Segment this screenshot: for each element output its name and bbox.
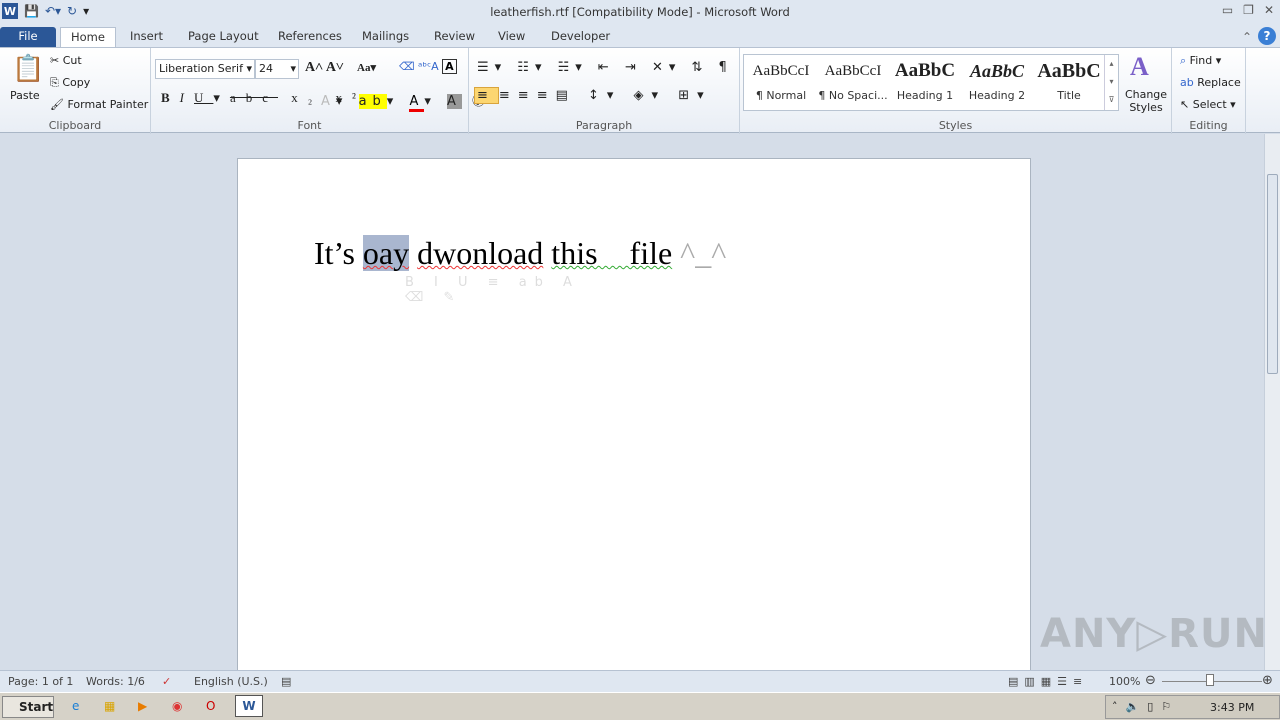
start-button[interactable]: Start (2, 696, 54, 718)
change-styles-button[interactable]: Change Styles (1124, 88, 1168, 114)
zoom-slider-thumb[interactable] (1206, 674, 1214, 686)
proofing-icon[interactable]: ✓ (162, 675, 171, 688)
tab-view[interactable]: View (488, 27, 535, 48)
styles-scroll[interactable]: ▴ ▾ ⊽ (1104, 55, 1118, 110)
macro-icon[interactable]: ▤ (281, 675, 291, 688)
replace-icon: ab (1180, 76, 1194, 89)
close-icon[interactable]: ✕ (1264, 3, 1274, 17)
editing-group: ⌕ Find ▾ ab Replace ↖ Select ▾ Editing (1172, 48, 1246, 134)
document-page[interactable]: It’s oay dwonload this file ^_^ B I U ≡ … (237, 158, 1031, 670)
binoculars-icon: ⌕ (1180, 54, 1187, 67)
find-button[interactable]: ⌕ Find ▾ (1180, 54, 1221, 68)
scissors-icon: ✂ (50, 54, 60, 67)
tab-mailings[interactable]: Mailings (352, 27, 419, 48)
word-taskbar-icon[interactable]: W (235, 695, 263, 717)
document-area: It’s oay dwonload this file ^_^ B I U ≡ … (0, 134, 1264, 670)
style-no-spacing[interactable]: AaBbCcI ¶ No Spaci... (818, 59, 888, 102)
ribbon: 📋 Paste ✂ Cut ⎘ Copy 🖌 Format Painter Cl… (0, 47, 1280, 134)
clipboard-label: Clipboard (48, 119, 102, 132)
copy-icon: ⎘ (50, 76, 59, 89)
font-label: Font (297, 119, 322, 132)
ie-icon[interactable]: e (72, 699, 79, 713)
tab-insert[interactable]: Insert (120, 27, 173, 48)
styles-gallery: AaBbCcI ¶ Normal AaBbCcI ¶ No Spaci... AaB… (743, 54, 1119, 111)
style-heading-1[interactable]: AaBbC Heading 1 (890, 59, 960, 102)
font-size-select[interactable]: 24 ▾ (255, 59, 299, 79)
style-heading-2[interactable]: AaBbC Heading 2 (962, 59, 1032, 102)
copy-button[interactable]: ⎘ Copy (50, 76, 90, 90)
zoom-level[interactable]: 100% (1109, 675, 1140, 688)
clock[interactable]: 3:43 PM (1210, 701, 1254, 714)
change-case-icon[interactable]: Aa▾ (357, 61, 376, 74)
explorer-icon[interactable]: ▦ (104, 699, 115, 713)
zoom-in-icon[interactable]: ⊕ (1262, 673, 1273, 688)
clipboard-group: 📋 Paste ✂ Cut ⎘ Copy 🖌 Format Painter Cl… (0, 48, 151, 134)
paste-icon[interactable]: 📋 (12, 54, 44, 84)
tab-review[interactable]: Review (424, 27, 485, 48)
word-count[interactable]: Words: 1/6 (86, 675, 145, 688)
paragraph-group: ☰▾ ☷▾ ☵▾ ⇤ ⇥ ✕▾ ⇅ ¶ ≡ ≡≡≡▤ ↕▾ ◈▾ ⊞▾ Parag… (469, 48, 740, 134)
language[interactable]: English (U.S.) (194, 675, 268, 688)
misspelled-word: dwonload (417, 235, 544, 271)
vertical-scrollbar[interactable] (1264, 134, 1280, 670)
tab-home[interactable]: Home (60, 27, 116, 48)
grammar-flagged-text: this file (551, 235, 673, 271)
paragraph-label: Paragraph (575, 119, 633, 132)
minimize-ribbon-icon[interactable]: ⌃ (1242, 30, 1252, 44)
brush-icon: 🖌 (50, 98, 64, 111)
page-count[interactable]: Page: 1 of 1 (8, 675, 73, 688)
style-normal[interactable]: AaBbCcI ¶ Normal (746, 59, 816, 102)
grow-font-icon[interactable]: A˄ A˅ (305, 60, 344, 76)
styles-group: AaBbCcI ¶ Normal AaBbCcI ¶ No Spaci... AaB… (740, 48, 1172, 134)
restore-icon[interactable]: ❐ (1243, 3, 1254, 17)
editing-label: Editing (1189, 119, 1228, 132)
tab-developer[interactable]: Developer (541, 27, 620, 48)
media-player-icon[interactable]: ▶ (138, 699, 147, 713)
view-buttons[interactable]: ▤▥▦☰≡ (1008, 675, 1088, 688)
change-styles-icon: A (1130, 52, 1149, 81)
scrollbar-thumb[interactable] (1267, 174, 1278, 374)
select-button[interactable]: ↖ Select ▾ (1180, 98, 1236, 111)
tray-icons[interactable]: ˄🔈▯⚐ (1112, 700, 1179, 713)
zoom-out-icon[interactable]: ⊖ (1145, 673, 1156, 688)
cursor-icon: ↖ (1180, 98, 1190, 111)
tab-page-layout[interactable]: Page Layout (178, 27, 269, 48)
replace-button[interactable]: ab Replace (1180, 76, 1241, 89)
list-icons[interactable]: ☰▾ ☷▾ ☵▾ ⇤ ⇥ ✕▾ ⇅ ¶ (477, 60, 733, 75)
align-icons[interactable]: ≡ ≡≡≡▤ ↕▾ ◈▾ ⊞▾ (474, 87, 712, 104)
tab-file[interactable]: File (0, 27, 56, 48)
clear-formatting-icon[interactable]: ⌫ ᵃᵇᶜA A (399, 59, 457, 74)
status-bar: Page: 1 of 1 Words: 1/6 ✓ English (U.S.)… (0, 670, 1280, 692)
chrome-icon[interactable]: ◉ (172, 699, 182, 713)
paste-button[interactable]: Paste (10, 89, 40, 102)
styles-label: Styles (938, 119, 973, 132)
document-text[interactable]: It’s oay dwonload this file ^_^ (314, 235, 726, 272)
title-bar: W 💾 ↶▾ ↻ ▾ leatherfish.rtf [Compatibilit… (0, 0, 1280, 24)
minimize-icon[interactable]: ▭ (1222, 3, 1233, 17)
cut-button[interactable]: ✂ Cut (50, 54, 82, 67)
window-title: leatherfish.rtf [Compatibility Mode] - M… (490, 5, 790, 19)
opera-icon[interactable]: O (206, 699, 215, 713)
mini-toolbar[interactable]: B I U ≡ ab A ⌫ ✎ (401, 271, 606, 305)
system-tray: ˄🔈▯⚐ 3:43 PM (1105, 695, 1280, 719)
tab-references[interactable]: References (268, 27, 352, 48)
help-icon[interactable]: ? (1258, 27, 1276, 45)
style-title[interactable]: AaBbC Title (1034, 59, 1104, 102)
highlight-font-color-icons[interactable]: A▾ ab▾ A▾ A ㊫ (321, 90, 491, 112)
taskbar: Start e ▦ ▶ ◉ O W ˄🔈▯⚐ 3:43 PM (0, 692, 1280, 720)
font-group: Liberation Serif ▾ 24 ▾ A˄ A˅ Aa▾ ⌫ ᵃᵇᶜA A… (151, 48, 485, 134)
format-painter-button[interactable]: 🖌 Format Painter (50, 98, 148, 111)
ribbon-tabs: File Home Insert Page Layout References … (0, 24, 1280, 48)
anyrun-watermark: ANY▷RUN (1040, 611, 1268, 657)
selected-word: oay (362, 235, 410, 271)
font-name-select[interactable]: Liberation Serif ▾ (155, 59, 255, 79)
